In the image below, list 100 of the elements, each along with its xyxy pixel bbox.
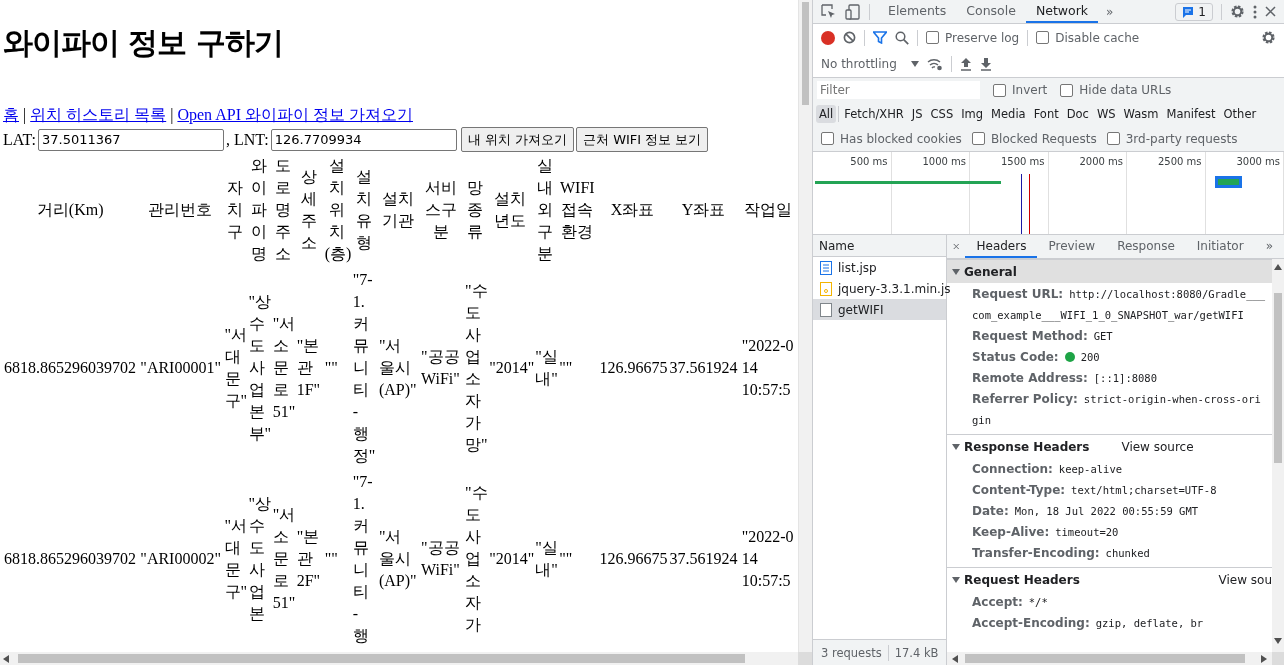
header-row-text: Connection: keep-alive bbox=[971, 461, 1124, 478]
vertical-scrollbar[interactable] bbox=[798, 0, 812, 652]
checkbox[interactable]: Blocked Requests bbox=[971, 131, 1097, 146]
checkbox[interactable]: Has blocked cookies bbox=[821, 131, 962, 146]
scroll-left-icon[interactable] bbox=[2, 654, 10, 663]
close-icon[interactable] bbox=[1265, 6, 1276, 17]
table-cell-text: "2014" bbox=[488, 549, 533, 569]
dropdown-caret-icon[interactable] bbox=[910, 61, 919, 67]
type-filter[interactable]: Img bbox=[958, 105, 987, 123]
type-filter[interactable]: WS bbox=[1093, 105, 1119, 123]
column-header: WIFI접속환경 bbox=[559, 178, 596, 242]
record-icon[interactable] bbox=[821, 30, 835, 45]
type-filter[interactable]: Manifest bbox=[1163, 105, 1219, 123]
expand-caret-icon[interactable] bbox=[952, 267, 960, 276]
type-filter[interactable]: Media bbox=[988, 105, 1029, 123]
column-header: Y좌표 bbox=[680, 200, 727, 220]
checkbox[interactable]: Disable cache bbox=[1036, 30, 1140, 45]
table-cell-text: "공공WiFi" bbox=[419, 347, 461, 389]
table-cell-text: "본관 2F" bbox=[295, 527, 322, 591]
separator: | bbox=[170, 105, 174, 125]
table-cell-text: "7-1. 커뮤니티 - 행정" bbox=[351, 270, 376, 466]
scroll-right-icon[interactable] bbox=[1260, 654, 1268, 663]
table-cell-text: "수도사업소자가 bbox=[464, 483, 487, 635]
type-filter[interactable]: Doc bbox=[1063, 105, 1092, 123]
clear-icon[interactable] bbox=[843, 31, 856, 44]
column-header: X좌표 bbox=[609, 200, 656, 220]
devtools-tab[interactable]: Elements bbox=[878, 0, 957, 23]
header-row-text: Transfer-Encoding: chunked bbox=[971, 545, 1151, 562]
more-tabs[interactable]: » bbox=[1106, 4, 1114, 19]
type-filter[interactable]: Font bbox=[1030, 105, 1062, 123]
timeline-tick: 1000 ms bbox=[922, 156, 966, 167]
table-cell-text: "2022-0 14 10:57:5 bbox=[740, 336, 795, 400]
checkbox[interactable]: Invert bbox=[993, 83, 1048, 97]
view-source-link[interactable]: View sou bbox=[1218, 572, 1272, 587]
nearby-wifi-button[interactable]: 근처 WIFI 정보 보기 bbox=[576, 127, 709, 152]
request-row[interactable]: getWIFI bbox=[813, 299, 946, 320]
header-row-text: Keep-Alive: timeout=20 bbox=[971, 524, 1120, 541]
type-filter[interactable]: CSS bbox=[927, 105, 957, 123]
nav-link[interactable]: 홈 bbox=[3, 105, 19, 125]
settings-icon[interactable] bbox=[1261, 30, 1276, 45]
expand-caret-icon[interactable] bbox=[952, 442, 960, 451]
lat-field[interactable]: 37.5011367 bbox=[38, 128, 224, 151]
checkbox[interactable]: 3rd-party requests bbox=[1106, 131, 1238, 146]
scroll-down-icon[interactable] bbox=[1274, 637, 1282, 645]
table-cell-text: 37.561924 bbox=[668, 549, 739, 569]
close-icon[interactable] bbox=[953, 242, 960, 251]
settings-icon[interactable] bbox=[1230, 4, 1245, 19]
type-filter[interactable]: Fetch/XHR bbox=[841, 105, 907, 123]
nav-link[interactable]: 위치 히스토리 목록 bbox=[30, 105, 167, 125]
issues-badge[interactable]: 1 bbox=[1175, 2, 1213, 21]
column-header: 도로명주소 bbox=[273, 156, 292, 264]
timeline-tick: 2000 ms bbox=[1079, 156, 1123, 167]
vertical-scrollbar[interactable] bbox=[1272, 259, 1284, 652]
header-row-text: Remote Address: [::1]:8080 bbox=[971, 370, 1158, 387]
devtools-tab[interactable]: Console bbox=[956, 0, 1026, 23]
horizontal-scrollbar[interactable] bbox=[947, 652, 1272, 665]
checkbox[interactable]: Hide data URLs bbox=[1060, 83, 1172, 97]
header-row-text: Referrer Policy: strict-origin-when-cross-origin bbox=[971, 391, 1262, 428]
document-icon bbox=[820, 260, 832, 275]
view-source-link[interactable]: View source bbox=[1121, 439, 1194, 454]
search-icon[interactable] bbox=[895, 30, 909, 45]
type-filter[interactable]: JS bbox=[908, 105, 926, 123]
upload-icon[interactable] bbox=[959, 57, 972, 71]
column-header: 와이파이명 bbox=[249, 156, 268, 264]
type-filter[interactable]: Wasm bbox=[1120, 105, 1162, 123]
header-row-text: Status Code: 200 bbox=[971, 349, 1101, 366]
type-filter[interactable]: Other bbox=[1220, 105, 1260, 123]
page-title: 와이파이 정보 구하기 bbox=[3, 25, 284, 61]
detail-tab[interactable]: Initiator bbox=[1185, 235, 1255, 258]
device-icon[interactable] bbox=[845, 3, 861, 20]
expand-caret-icon[interactable] bbox=[952, 575, 960, 584]
table-cell-text: "" bbox=[558, 549, 574, 569]
table-cell-text: "" bbox=[323, 549, 339, 569]
lnt-field[interactable]: 126.7709934 bbox=[270, 128, 457, 151]
column-header: 망종류 bbox=[466, 178, 485, 242]
scroll-left-icon[interactable] bbox=[951, 654, 959, 663]
column-header: 설치년도 bbox=[493, 189, 528, 231]
filter-field[interactable]: Filter bbox=[817, 81, 980, 99]
throttling-select[interactable]: No throttling bbox=[821, 57, 897, 71]
timeline-tick: 3000 ms bbox=[1236, 156, 1280, 167]
table-cell-text: "서대문구" bbox=[223, 325, 246, 411]
table-cell-text: "상수도사업본부" bbox=[247, 292, 270, 444]
my-location-button[interactable]: 내 위치 가져오기 bbox=[460, 127, 574, 152]
section-header[interactable]: General bbox=[947, 259, 1272, 283]
more-tabs[interactable]: » bbox=[1254, 235, 1284, 258]
type-filter[interactable]: All bbox=[816, 105, 837, 123]
name-column-header[interactable]: Name bbox=[813, 235, 946, 257]
wifi-gear-icon[interactable] bbox=[926, 57, 943, 71]
checkbox[interactable]: Preserve log bbox=[926, 30, 1020, 45]
more-options-icon[interactable] bbox=[1253, 4, 1257, 19]
download-icon[interactable] bbox=[979, 57, 992, 71]
filter-icon[interactable] bbox=[873, 31, 887, 44]
horizontal-scrollbar[interactable] bbox=[0, 652, 798, 665]
scroll-up-icon[interactable] bbox=[1274, 263, 1282, 271]
detail-tab[interactable]: Response bbox=[1106, 235, 1186, 258]
table-cell-text: "" bbox=[558, 358, 574, 378]
table-cell-text: "7-1. 커뮤니티 - 행 bbox=[351, 472, 374, 646]
inspect-icon[interactable] bbox=[821, 3, 837, 20]
nav-link[interactable]: Open API 와이파이 정보 가져오기 bbox=[177, 105, 413, 125]
detail-tab[interactable]: Preview bbox=[1037, 235, 1107, 258]
